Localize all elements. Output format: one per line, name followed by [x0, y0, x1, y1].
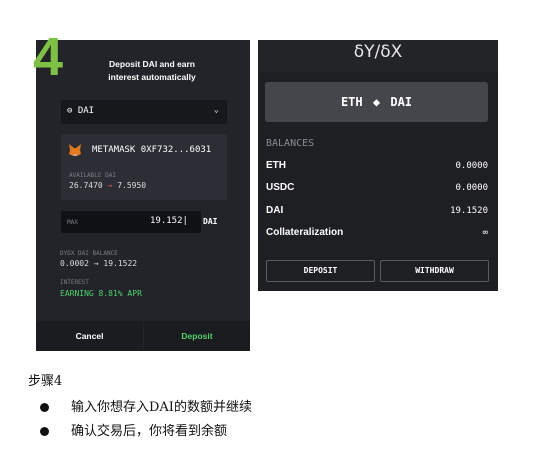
- bullet-item: 确认交易后，你将看到余额: [40, 420, 227, 439]
- available-from: 26.7470: [69, 181, 103, 190]
- bullet-text: 输入你想存入DAI的数额并继续: [71, 400, 252, 415]
- wallet-name: METAMASK 0XF732...6031: [92, 145, 212, 155]
- pair-base: ETH: [340, 95, 363, 109]
- balance-row-usdc: USDC 0.0000: [266, 182, 488, 198]
- text-cursor: |: [182, 216, 188, 226]
- deposit-button[interactable]: DEPOSIT: [266, 260, 375, 282]
- balance-value: 19.1520: [450, 206, 488, 216]
- bullet-icon: [40, 403, 49, 412]
- pair-quote: DAI: [390, 95, 413, 109]
- eth-icon: ◆: [372, 95, 381, 109]
- arrow-right-icon: →: [93, 259, 99, 268]
- dai-icon: ⊖: [67, 106, 73, 116]
- withdraw-button[interactable]: WITHDRAW: [380, 260, 489, 282]
- step-caption: 步骤4: [28, 374, 63, 389]
- balance-value: 0.0000: [455, 161, 488, 171]
- balance-row-collateralization: Collateralization ∞: [266, 227, 488, 243]
- balance-asset: ETH: [266, 160, 286, 171]
- dydx-logo: δY/δX: [353, 42, 403, 62]
- arrow-right-icon: →: [107, 181, 113, 190]
- dydx-from: 0.0002: [60, 259, 89, 268]
- max-button[interactable]: MAX: [67, 219, 78, 226]
- amount-value: 19.152|: [150, 216, 188, 226]
- available-dai-value: 26.7470 → 7.5950: [69, 181, 146, 190]
- bullet-item: 输入你想存入DAI的数额并继续: [40, 396, 252, 415]
- market-pair-button[interactable]: ETH ◆ DAI: [265, 82, 488, 122]
- dydx-to: 19.1522: [103, 259, 138, 268]
- metamask-fox-icon: [69, 144, 81, 156]
- balance-value: ∞: [482, 228, 488, 238]
- amount-unit: DAI: [203, 217, 218, 226]
- chevron-down-icon: ⌄: [213, 105, 219, 115]
- balance-asset: USDC: [266, 182, 295, 193]
- balance-asset: DAI: [266, 205, 284, 216]
- interest-value: EARNING 8.81% APR: [60, 289, 142, 298]
- token-select[interactable]: ⊖ DAI ⌄: [61, 100, 227, 124]
- bullet-text: 确认交易后，你将看到余额: [71, 424, 228, 439]
- available-dai-label: AVAILABLE DAI: [69, 172, 116, 179]
- bullet-icon: [40, 427, 49, 436]
- wallet-box: [61, 134, 227, 200]
- deposit-title: Deposit DAI and earn interest automatica…: [92, 58, 212, 84]
- deposit-button[interactable]: Deposit: [144, 321, 250, 351]
- dydx-balance-label: DYDX DAI BALANCE: [60, 250, 118, 257]
- balance-asset: Collateralization: [266, 227, 344, 238]
- available-to: 7.5950: [117, 181, 147, 190]
- cancel-button[interactable]: Cancel: [36, 321, 143, 351]
- balance-value: 0.0000: [455, 183, 488, 193]
- balance-row-dai: DAI 19.1520: [266, 205, 488, 221]
- balances-title: BALANCES: [266, 138, 315, 149]
- token-select-value: DAI: [77, 106, 95, 116]
- amount-text: 19.152: [150, 216, 183, 226]
- step-number: 4: [33, 27, 64, 87]
- deposit-title-line1: Deposit DAI and earn: [109, 59, 195, 69]
- interest-label: INTEREST: [60, 279, 89, 286]
- token-select-label: ⊖ DAI: [67, 106, 94, 116]
- balance-row-eth: ETH 0.0000: [266, 160, 488, 176]
- deposit-title-line2: interest automatically: [108, 72, 196, 82]
- dydx-balance-value: 0.0002 → 19.1522: [60, 259, 137, 268]
